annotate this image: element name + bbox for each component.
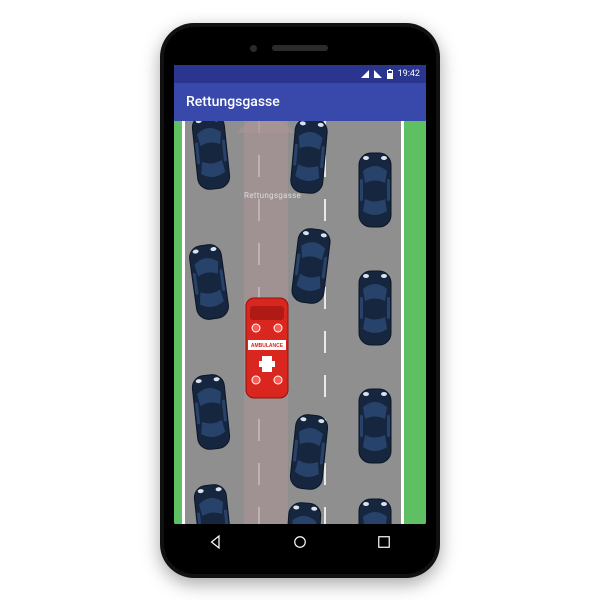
car [356,387,394,465]
circle-home-icon [291,533,309,551]
nav-recent-button[interactable] [367,525,401,559]
car [287,121,332,197]
battery-icon [387,70,393,79]
ambulance [244,296,290,400]
rescue-lane-label: Rettungsgasse [244,191,288,200]
app-title: Rettungsgasse [186,94,280,110]
triangle-back-icon [207,533,225,551]
car [286,411,332,493]
screen: 19:42 Rettungsgasse Rettungsgasse [174,65,426,524]
shoulder-right [404,121,426,524]
status-time: 19:42 [398,69,420,79]
car [356,151,394,229]
car [356,269,394,347]
edge-line-right [401,121,404,524]
app-bar: Rettungsgasse [174,83,426,121]
device-frame: 19:42 Rettungsgasse Rettungsgasse [160,23,440,578]
car [356,497,394,524]
road-illustration: Rettungsgasse [174,121,426,524]
wifi-icon [361,70,369,78]
nav-home-button[interactable] [283,525,317,559]
nav-back-button[interactable] [199,525,233,559]
edge-line-left [182,121,185,524]
android-nav-bar [174,524,426,560]
square-recent-icon [375,533,393,551]
shoulder-left [174,121,182,524]
status-bar: 19:42 [174,65,426,83]
car [188,121,234,193]
car [188,371,234,453]
car [281,500,324,524]
device-speaker [272,45,328,51]
cell-icon [374,70,382,78]
device-camera [250,45,257,52]
